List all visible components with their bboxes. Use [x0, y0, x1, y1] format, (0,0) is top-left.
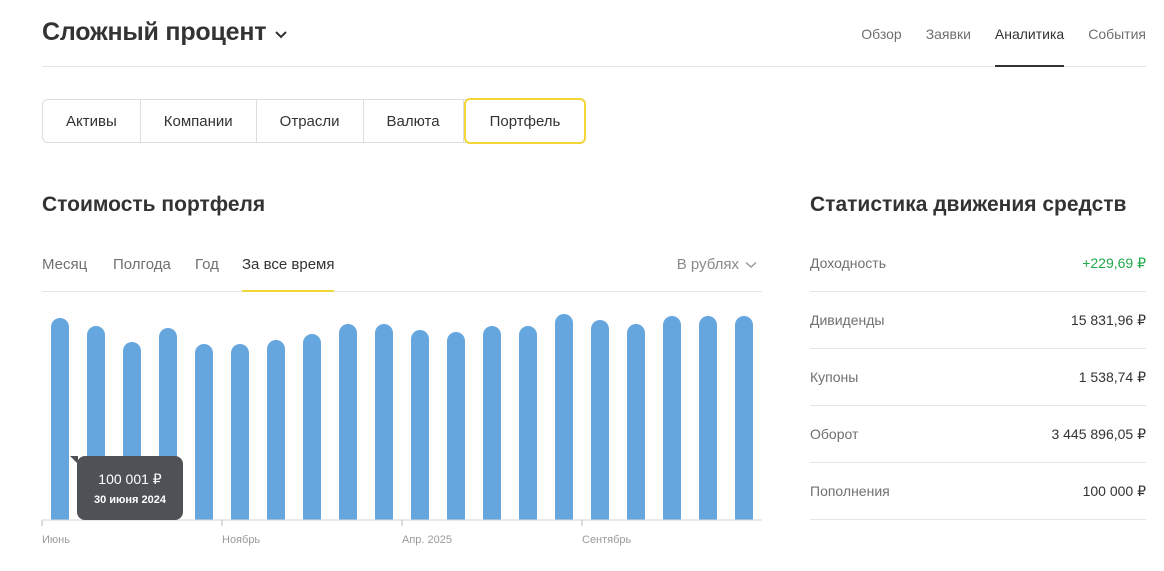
- portfolio-value-chart: Июнь Ноябрь Апр. 2025 Сентябрь: [0, 314, 770, 562]
- stat-value: 15 831,96 ₽: [1070, 311, 1146, 328]
- period-tab-year[interactable]: Год: [195, 238, 219, 292]
- currency-select[interactable]: В рублях: [677, 256, 757, 273]
- tooltip-value: 100 001 ₽: [98, 471, 162, 487]
- chart-bar[interactable]: [411, 330, 429, 529]
- chart-bar[interactable]: [339, 324, 357, 529]
- chart-bar[interactable]: [627, 324, 645, 529]
- period-tab-month[interactable]: Месяц: [42, 238, 87, 292]
- chart-bar[interactable]: [699, 316, 717, 529]
- stat-row-dividends: Дивиденды 15 831,96 ₽: [810, 292, 1146, 349]
- portfolio-title-dropdown[interactable]: Сложный процент: [42, 18, 288, 47]
- chart-x-tick-label: Ноябрь: [222, 534, 260, 546]
- segment-portfolio[interactable]: Портфель: [463, 98, 587, 144]
- tab-overview[interactable]: Обзор: [861, 0, 901, 67]
- period-tab-all-time[interactable]: За все время: [242, 238, 335, 292]
- tooltip-notch: [70, 456, 78, 464]
- chart-x-tick-label: Апр. 2025: [402, 534, 452, 546]
- top-nav: Обзор Заявки Аналитика События: [837, 0, 1146, 67]
- cashflow-stats-list: Доходность +229,69 ₽ Дивиденды 15 831,96…: [810, 235, 1146, 520]
- tab-events[interactable]: События: [1088, 0, 1146, 67]
- period-tab-half-year[interactable]: Полгода: [113, 238, 171, 292]
- cashflow-stats-title: Статистика движения средств: [810, 193, 1127, 216]
- page-header: Сложный процент Обзор Заявки Аналитика С…: [42, 0, 1146, 67]
- chart-bar[interactable]: [231, 344, 249, 529]
- chart-bar[interactable]: [51, 318, 69, 529]
- currency-select-label: В рублях: [676, 256, 739, 273]
- chart-bar[interactable]: [591, 320, 609, 529]
- stat-label: Доходность: [810, 255, 886, 271]
- stat-value: +229,69 ₽: [1082, 254, 1146, 271]
- chart-bar[interactable]: [555, 314, 573, 529]
- chevron-down-icon: [274, 30, 288, 40]
- stat-value: 100 000 ₽: [1082, 482, 1146, 499]
- chart-bar[interactable]: [663, 316, 681, 529]
- stat-row-deposits: Пополнения 100 000 ₽: [810, 463, 1146, 520]
- period-tabs: Месяц Полгода Год За все время В рублях: [42, 238, 762, 292]
- analytics-segment-control: Активы Компании Отрасли Валюта Портфель: [42, 98, 587, 144]
- tab-analytics[interactable]: Аналитика: [994, 0, 1065, 67]
- tab-orders[interactable]: Заявки: [926, 0, 971, 67]
- segment-companies[interactable]: Компании: [141, 100, 257, 142]
- chart-bar[interactable]: [267, 340, 285, 529]
- chart-x-tick-label: Июнь: [42, 534, 70, 546]
- stat-value: 1 538,74 ₽: [1078, 368, 1146, 385]
- stat-row-turnover: Оборот 3 445 896,05 ₽: [810, 406, 1146, 463]
- chart-bar[interactable]: [195, 344, 213, 529]
- chart-x-tick-label: Сентябрь: [582, 534, 632, 546]
- tooltip-date: 30 июня 2024: [93, 494, 167, 506]
- stat-row-coupons: Купоны 1 538,74 ₽: [810, 349, 1146, 406]
- chart-bar[interactable]: [519, 326, 537, 529]
- chart-bar[interactable]: [303, 334, 321, 529]
- chart-tooltip: 100 001 ₽ 30 июня 2024: [70, 456, 183, 520]
- stat-row-yield: Доходность +229,69 ₽: [810, 235, 1146, 292]
- stat-label: Купоны: [810, 369, 859, 385]
- stat-label: Дивиденды: [810, 312, 885, 328]
- stat-value: 3 445 896,05 ₽: [1051, 425, 1146, 442]
- portfolio-value-title: Стоимость портфеля: [42, 193, 266, 216]
- chart-bar[interactable]: [735, 316, 753, 529]
- chart-bars: [0, 314, 770, 562]
- chart-bar[interactable]: [375, 324, 393, 529]
- chart-bar[interactable]: [447, 332, 465, 529]
- stat-label: Пополнения: [810, 483, 890, 499]
- chart-baseline-mask: [0, 520, 770, 562]
- segment-industries[interactable]: Отрасли: [257, 100, 364, 142]
- page-title: Сложный процент: [42, 18, 267, 46]
- segment-currency[interactable]: Валюта: [364, 100, 464, 142]
- chevron-down-icon: [745, 261, 757, 269]
- stat-label: Оборот: [810, 426, 859, 442]
- segment-assets[interactable]: Активы: [43, 100, 141, 142]
- chart-bar[interactable]: [483, 326, 501, 529]
